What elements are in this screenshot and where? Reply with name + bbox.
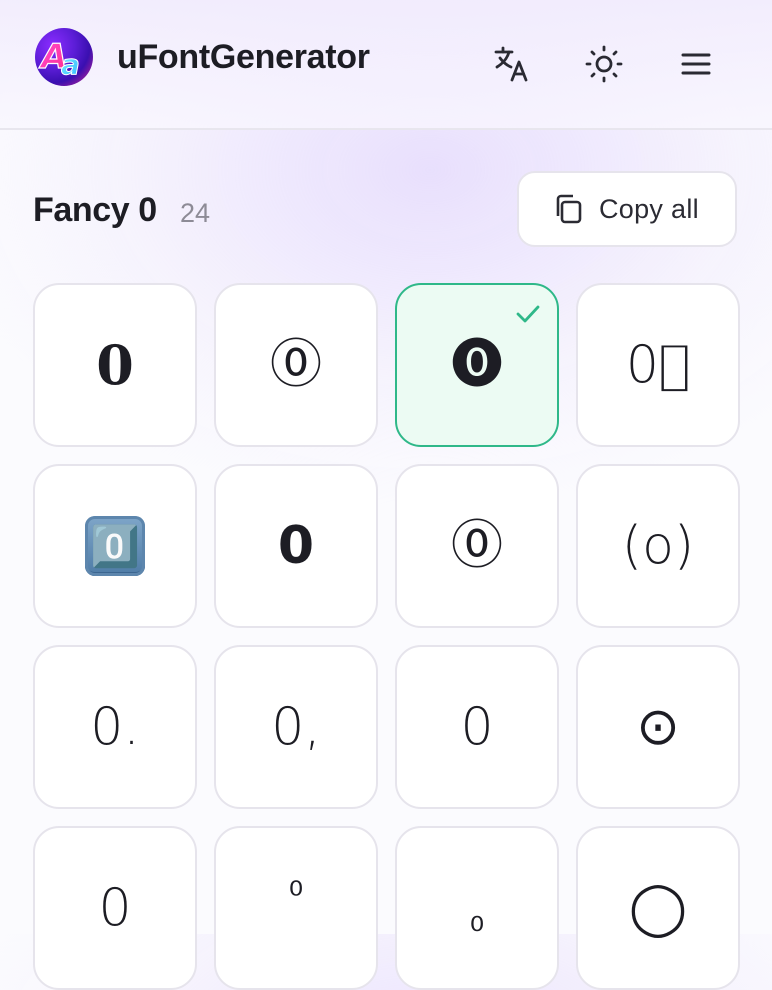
menu-button[interactable] — [672, 40, 720, 88]
language-button[interactable] — [488, 40, 536, 88]
variant-glyph: ⊙ — [636, 697, 680, 757]
variant-glyph: 0 — [460, 697, 494, 757]
variant-card-3-selected[interactable]: ⓿ — [395, 283, 559, 447]
section-title: Fancy 0 — [33, 191, 157, 229]
copy-icon — [556, 194, 582, 224]
variant-glyph: ⁰ — [288, 875, 304, 916]
variant-card-5[interactable]: 0️⃣ — [33, 464, 197, 628]
app-title[interactable]: uFontGenerator — [117, 36, 370, 78]
variant-glyph: (o) — [621, 516, 695, 576]
variant-glyph: 0, — [271, 697, 321, 757]
variant-glyph: 0 — [98, 878, 132, 938]
sun-icon — [585, 45, 623, 83]
variant-glyph: 0. — [90, 697, 140, 757]
variant-glyph: ⓿ — [450, 335, 503, 395]
variant-card-10[interactable]: 0, — [214, 645, 378, 809]
variant-card-14[interactable]: ⁰ — [214, 826, 378, 990]
theme-toggle-button[interactable] — [580, 40, 628, 88]
variant-card-16[interactable]: ◯ — [576, 826, 740, 990]
variant-card-8[interactable]: (o) — [576, 464, 740, 628]
menu-icon — [681, 53, 711, 75]
svg-text:a: a — [61, 48, 80, 81]
variant-count: 24 — [180, 198, 211, 228]
variant-glyph: ₀ — [469, 899, 485, 940]
variant-card-12[interactable]: ⊙ — [576, 645, 740, 809]
variant-glyph: ⓪ — [269, 335, 322, 395]
copy-all-label: Copy all — [599, 193, 699, 224]
variant-card-4[interactable]: 0⃒ — [576, 283, 740, 447]
variant-glyph: 0️⃣ — [90, 524, 140, 569]
app-logo[interactable]: A a — [35, 28, 93, 86]
variant-glyph: 0⃒ — [625, 335, 691, 395]
variant-glyph: ⓪ — [450, 516, 503, 576]
variant-card-9[interactable]: 0. — [33, 645, 197, 809]
variant-glyph: 𝟎 — [96, 333, 134, 397]
keycap-zero-emoji: 0️⃣ — [85, 516, 145, 576]
variant-card-6[interactable]: 𝟬 — [214, 464, 378, 628]
check-icon — [516, 305, 540, 323]
variant-card-7[interactable]: ⓪ — [395, 464, 559, 628]
translate-icon — [494, 46, 528, 82]
logo-letters-graphic: A a — [37, 36, 80, 81]
variant-card-11[interactable]: 0 — [395, 645, 559, 809]
top-bar: A a uFontGenerator — [0, 0, 772, 130]
variant-card-1[interactable]: 𝟎 — [33, 283, 197, 447]
variant-card-15[interactable]: ₀ — [395, 826, 559, 990]
variant-card-2[interactable]: ⓪ — [214, 283, 378, 447]
variant-glyph: 𝟬 — [277, 516, 315, 576]
copy-all-button[interactable]: Copy all — [517, 171, 737, 247]
variant-card-13[interactable]: 0 — [33, 826, 197, 990]
variant-glyph: ◯ — [628, 878, 688, 938]
